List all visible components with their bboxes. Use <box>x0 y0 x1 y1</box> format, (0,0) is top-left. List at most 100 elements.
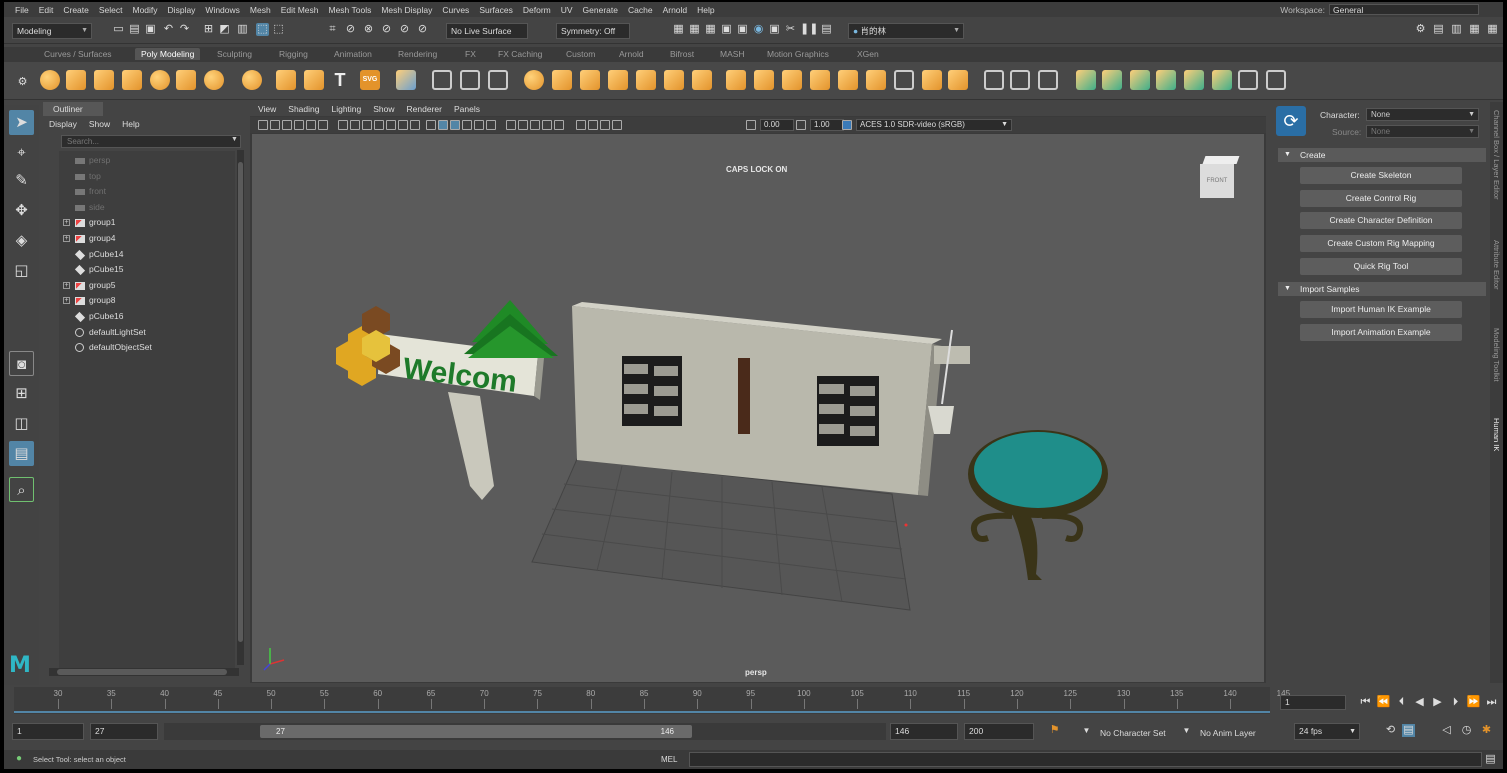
create-character-definition-button[interactable]: Create Character Definition <box>1300 212 1462 230</box>
ipr-render-icon[interactable]: ▣ <box>736 23 749 36</box>
go-to-start-icon[interactable]: ⏮ <box>1358 694 1373 710</box>
anim-layer-dropdown[interactable]: No Anim Layer <box>1200 728 1256 738</box>
two-d-pan-icon[interactable] <box>306 120 316 130</box>
select-mask-icon[interactable]: ⬚ <box>272 23 285 36</box>
viewport-menu-panels[interactable]: Panels <box>454 102 480 116</box>
select-object-icon[interactable]: ◩ <box>218 23 231 36</box>
xray-icon[interactable] <box>588 120 598 130</box>
extrude-icon[interactable] <box>664 70 684 90</box>
new-scene-icon[interactable]: ▭ <box>112 23 125 36</box>
move-tool-icon[interactable]: ✥ <box>9 198 34 223</box>
insert-loop-icon[interactable] <box>782 70 802 90</box>
menu-surfaces[interactable]: Surfaces <box>474 5 518 15</box>
fill-hole-icon[interactable] <box>580 70 600 90</box>
render-settings-icon[interactable]: ◉ <box>752 23 765 36</box>
use-default-material-icon[interactable] <box>450 120 460 130</box>
bevel-icon[interactable] <box>692 70 712 90</box>
grease-pencil-icon[interactable] <box>318 120 328 130</box>
menu-deform[interactable]: Deform <box>518 5 556 15</box>
side-tab-attribute-editor[interactable]: Attribute Editor <box>1492 240 1501 290</box>
sculpt-icon[interactable] <box>984 70 1004 90</box>
extract-icon[interactable] <box>552 70 572 90</box>
snap-edge-icon[interactable]: ⊘ <box>416 23 429 36</box>
outliner-item-group8[interactable]: + group8 <box>59 293 235 308</box>
render-frame-icon[interactable]: ▣ <box>720 23 733 36</box>
gamma-icon[interactable] <box>796 120 806 130</box>
disc-icon[interactable] <box>204 70 224 90</box>
menu-display[interactable]: Display <box>163 5 201 15</box>
paint-icon[interactable] <box>1038 70 1058 90</box>
import-animation-example-button[interactable]: Import Animation Example <box>1300 324 1462 341</box>
outliner-item-pcube16[interactable]: pCube16 <box>59 309 235 324</box>
character-set-dropdown[interactable]: No Character Set <box>1100 728 1166 738</box>
collapse-icon[interactable] <box>894 70 914 90</box>
platonic-icon[interactable] <box>242 70 262 90</box>
import-section-header[interactable]: ▼ Import Samples <box>1278 282 1486 296</box>
workspace-selector[interactable]: Workspace: General <box>1280 4 1479 15</box>
snap-curve-icon[interactable]: ⊘ <box>344 23 357 36</box>
field-chart-icon[interactable] <box>386 120 396 130</box>
menu-help[interactable]: Help <box>692 5 719 15</box>
anti-aliasing-icon[interactable] <box>542 120 552 130</box>
two-view-icon[interactable]: ◫ <box>9 411 34 436</box>
four-view-icon[interactable]: ⊞ <box>9 381 34 406</box>
xray-joints-icon[interactable] <box>600 120 610 130</box>
depth-of-field-icon[interactable] <box>554 120 564 130</box>
outliner-item-side[interactable]: side <box>59 200 235 215</box>
menu-uv[interactable]: UV <box>556 5 578 15</box>
go-to-end-icon[interactable]: ⏭ <box>1484 694 1499 710</box>
uv-auto-icon[interactable] <box>1156 70 1176 90</box>
ipr-pause-icon[interactable]: ▤ <box>820 23 833 36</box>
combine-icon[interactable] <box>396 70 416 90</box>
mel-command-input[interactable] <box>689 752 1482 767</box>
shelf-tab-xgen[interactable]: XGen <box>857 49 879 59</box>
live-surface-field[interactable]: No Live Surface <box>446 23 528 39</box>
outliner-item-pcube14[interactable]: pCube14 <box>59 247 235 262</box>
paint-select-icon[interactable]: ✎ <box>9 168 34 193</box>
snap-point-icon[interactable]: ⊗ <box>362 23 375 36</box>
boolean-icon[interactable] <box>524 70 544 90</box>
shelf-tab-arnold[interactable]: Arnold <box>619 49 644 59</box>
current-frame-field[interactable]: 1 <box>1280 695 1346 710</box>
menu-file[interactable]: File <box>10 5 34 15</box>
cache-playback-icon[interactable]: ▤ <box>1402 724 1415 737</box>
rotate-tool-icon[interactable]: ◈ <box>9 228 34 253</box>
snap-view-icon[interactable]: ⊘ <box>380 23 393 36</box>
outliner-search-input[interactable]: Search... <box>61 135 241 148</box>
menu-create[interactable]: Create <box>58 5 94 15</box>
outliner-item-group1[interactable]: + group1 <box>59 215 235 230</box>
anim-prefs-icon[interactable]: ◷ <box>1460 724 1473 737</box>
script-editor-icon[interactable]: ▤ <box>1484 753 1497 766</box>
uv-cylindrical-icon[interactable] <box>1102 70 1122 90</box>
smooth-icon[interactable] <box>488 70 508 90</box>
circularize-icon[interactable] <box>948 70 968 90</box>
shelf-tab-fx-caching[interactable]: FX Caching <box>498 49 542 59</box>
isolate-select-icon[interactable] <box>576 120 586 130</box>
step-forward-frame-icon[interactable]: ⏵ <box>1448 694 1463 710</box>
gate-mask-icon[interactable] <box>374 120 384 130</box>
single-perspective-icon[interactable]: ◙ <box>9 351 34 376</box>
construction-history-icon[interactable]: ▦ <box>688 23 701 36</box>
3d-viewport[interactable]: Welcom CAPS LOCK ON persp FRONT <box>252 134 1264 682</box>
separate-icon[interactable] <box>460 70 480 90</box>
layout-outliner-icon[interactable]: ▤ <box>9 441 34 466</box>
shelf-tab-curves-surfaces[interactable]: Curves / Surfaces <box>44 49 112 59</box>
shelf-tab-animation[interactable]: Animation <box>334 49 372 59</box>
scrollbar-thumb[interactable] <box>238 162 243 642</box>
image-plane-icon[interactable] <box>294 120 304 130</box>
playback-start-field[interactable]: 27 <box>90 723 158 740</box>
attribute-editor-icon[interactable]: ▤ <box>1432 23 1445 36</box>
knife-icon[interactable] <box>1010 70 1030 90</box>
search-icon[interactable]: ⌕ <box>9 477 34 502</box>
uv-spherical-icon[interactable] <box>1130 70 1150 90</box>
shelf-tab-rigging[interactable]: Rigging <box>279 49 308 59</box>
select-component-icon[interactable]: ▥ <box>236 23 249 36</box>
viewport-menu-show[interactable]: Show <box>373 102 394 116</box>
outliner-item-group5[interactable]: + group5 <box>59 278 235 293</box>
type-tool-icon[interactable]: T <box>330 70 350 90</box>
merge-icon[interactable] <box>866 70 886 90</box>
outliner-menu-display[interactable]: Display <box>49 117 77 131</box>
wireframe-icon[interactable] <box>426 120 436 130</box>
loop-icon[interactable]: ⟲ <box>1384 724 1397 737</box>
outliner-item-defaultlightset[interactable]: defaultLightSet <box>59 325 235 340</box>
